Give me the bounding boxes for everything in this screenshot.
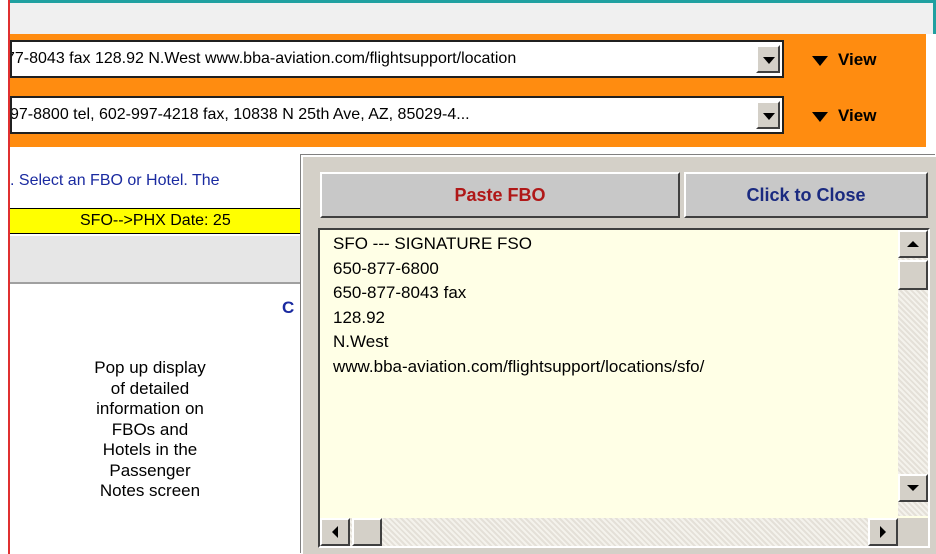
- hotel-combo-value: 97-8800 tel, 602-997-4218 fax, 10838 N 2…: [10, 106, 470, 123]
- caption-line: Pop up display: [94, 358, 206, 377]
- fbo-combo[interactable]: 77-8043 fax 128.92 N.West www.bba-aviati…: [10, 40, 784, 78]
- hotel-view-label: View: [838, 106, 877, 125]
- caption-line: Notes screen: [99, 481, 201, 500]
- route-text: SFO-->PHX Date: 25: [80, 212, 231, 229]
- detail-line: SFO --- SIGNATURE FSO: [333, 234, 532, 253]
- scroll-up-button[interactable]: [898, 230, 928, 258]
- caption-line: Passenger: [109, 460, 191, 480]
- fbo-dropdown-button[interactable]: [756, 45, 780, 73]
- detail-line: N.West: [333, 332, 389, 351]
- fbo-details-text[interactable]: SFO --- SIGNATURE FSO 650-877-6800 650-8…: [318, 228, 930, 548]
- select-hint: . Select an FBO or Hotel. The: [10, 172, 220, 189]
- paste-fbo-button[interactable]: Paste FBO: [320, 172, 680, 218]
- fbo-detail-popup: Paste FBO Click to Close SFO --- SIGNATU…: [301, 155, 936, 554]
- arrow-right-icon: [880, 526, 886, 538]
- scroll-left-button[interactable]: [320, 518, 350, 546]
- vertical-scrollbar[interactable]: [898, 230, 928, 516]
- caption-line: of detailed: [110, 378, 190, 398]
- detail-line: 650-877-8043 fax: [333, 283, 467, 302]
- scroll-down-button[interactable]: [898, 474, 928, 502]
- arrow-left-icon: [332, 526, 338, 538]
- scroll-right-button[interactable]: [868, 518, 898, 546]
- horizontal-scroll-thumb[interactable]: [352, 518, 382, 546]
- hotel-dropdown-button[interactable]: [756, 101, 780, 129]
- partial-label: C: [282, 298, 295, 317]
- scrollbar-corner: [898, 518, 928, 546]
- horizontal-scrollbar[interactable]: [320, 518, 898, 546]
- arrow-down-icon: [907, 485, 919, 491]
- detail-line: 650-877-6800: [333, 258, 439, 278]
- fbo-view-button[interactable]: View: [812, 50, 876, 70]
- triangle-down-icon: [812, 55, 828, 66]
- details-lines: SFO --- SIGNATURE FSO 650-877-6800 650-8…: [333, 232, 704, 379]
- triangle-down-icon: [812, 111, 828, 122]
- gray-strip: [10, 236, 300, 284]
- route-bar: SFO-->PHX Date: 25: [10, 208, 300, 234]
- fbo-combo-value: 77-8043 fax 128.92 N.West www.bba-aviati…: [10, 50, 517, 67]
- caption-line: FBOs and: [111, 419, 189, 439]
- detail-line: www.bba-aviation.com/flightsupport/locat…: [333, 356, 705, 376]
- caption-line: Hotels in the: [102, 440, 198, 459]
- arrow-up-icon: [907, 241, 919, 247]
- caption: Pop up display of detailed information o…: [55, 358, 245, 502]
- caption-line: information on: [96, 399, 204, 418]
- detail-line: 128.92: [333, 307, 385, 327]
- vertical-scroll-thumb[interactable]: [898, 260, 928, 290]
- close-popup-button[interactable]: Click to Close: [684, 172, 928, 218]
- fbo-view-label: View: [838, 50, 877, 69]
- hotel-combo[interactable]: 97-8800 tel, 602-997-4218 fax, 10838 N 2…: [10, 96, 784, 134]
- top-panel: [10, 0, 936, 34]
- hotel-view-button[interactable]: View: [812, 106, 876, 126]
- lookup-bar: 77-8043 fax 128.92 N.West www.bba-aviati…: [10, 34, 926, 147]
